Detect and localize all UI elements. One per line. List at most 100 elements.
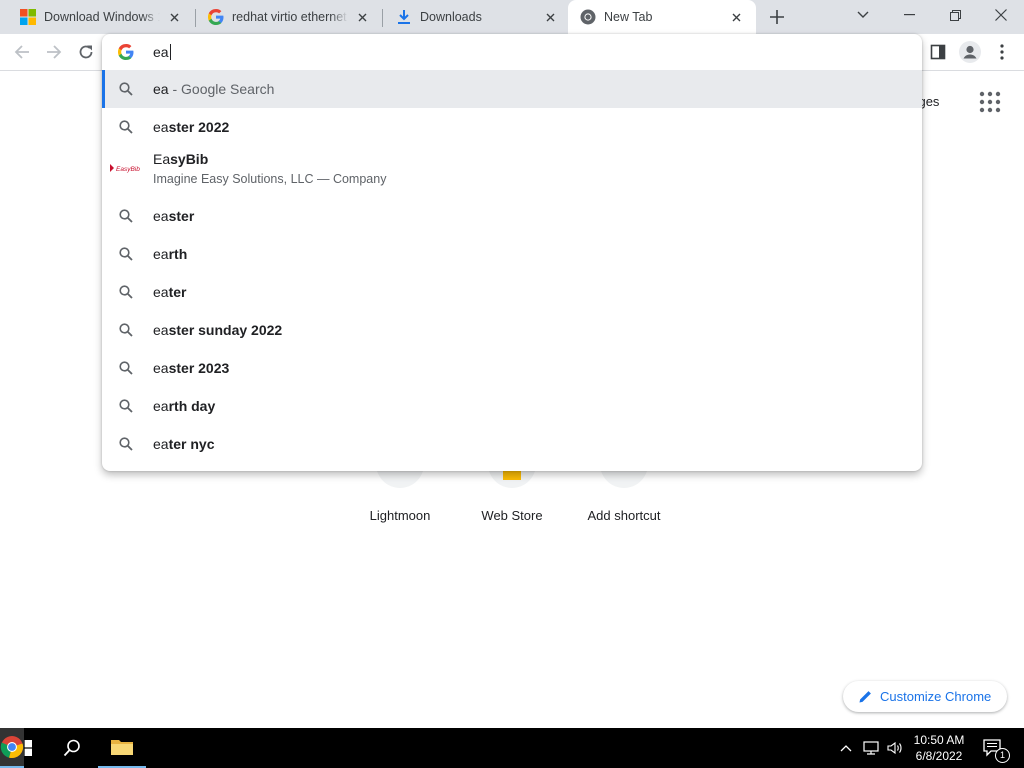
tab-title: New Tab bbox=[604, 10, 653, 24]
customize-label: Customize Chrome bbox=[880, 689, 992, 704]
suggestion-prefix: ea bbox=[153, 436, 169, 452]
suggestion-completion: - Google Search bbox=[168, 81, 275, 97]
chrome-icon bbox=[0, 736, 24, 759]
suggestion-completion: rth day bbox=[168, 398, 216, 414]
taskbar-file-explorer[interactable] bbox=[98, 728, 146, 768]
text-caret bbox=[169, 44, 171, 60]
search-icon bbox=[119, 361, 133, 375]
tab-downloads[interactable]: Downloads bbox=[376, 0, 570, 34]
tab-close-icon[interactable] bbox=[728, 9, 744, 25]
back-button[interactable] bbox=[8, 38, 36, 66]
suggestion-row[interactable]: easter bbox=[102, 197, 922, 235]
suggestion-prefix: ea bbox=[153, 208, 169, 224]
shortcut-label: Add shortcut bbox=[587, 508, 661, 523]
suggestion-row[interactable]: easter 2022 bbox=[102, 108, 922, 146]
network-button[interactable] bbox=[860, 728, 882, 768]
reload-icon bbox=[79, 45, 93, 59]
google-apps-button[interactable] bbox=[978, 90, 1002, 114]
reload-button[interactable] bbox=[72, 38, 100, 66]
suggestion-prefix: ea bbox=[153, 284, 169, 300]
suggestion-prefix: Ea bbox=[153, 151, 171, 167]
back-arrow-icon bbox=[14, 45, 29, 59]
forward-button[interactable] bbox=[40, 38, 68, 66]
suggestion-row[interactable]: easter sunday 2022 bbox=[102, 311, 922, 349]
profile-button[interactable] bbox=[956, 38, 984, 66]
chevron-down-icon bbox=[857, 11, 869, 18]
suggestion-row[interactable]: earth day bbox=[102, 387, 922, 425]
suggestion-completion: ster 2023 bbox=[168, 360, 230, 376]
download-icon bbox=[398, 10, 410, 24]
suggestion-completion: ter bbox=[168, 284, 187, 300]
suggestion-completion: ster bbox=[168, 208, 195, 224]
restore-icon bbox=[949, 9, 961, 21]
tab-close-icon[interactable] bbox=[542, 9, 558, 25]
shortcut-label: Lightmoon bbox=[369, 508, 431, 523]
address-bar[interactable]: ea bbox=[102, 34, 922, 70]
suggestion-prefix: ea bbox=[153, 322, 169, 338]
address-input-value: ea bbox=[153, 44, 169, 60]
suggestion-row[interactable]: easter 2023 bbox=[102, 349, 922, 387]
suggestion-row[interactable]: eater bbox=[102, 273, 922, 311]
suggestion-subtitle: Imagine Easy Solutions, LLC — Company bbox=[153, 172, 387, 186]
network-icon bbox=[863, 741, 879, 755]
suggestion-row[interactable]: earth bbox=[102, 235, 922, 273]
tab-close-icon[interactable] bbox=[354, 9, 370, 25]
forward-arrow-icon bbox=[47, 45, 62, 59]
suggestion-row[interactable]: eater nyc bbox=[102, 425, 922, 463]
search-icon bbox=[119, 247, 133, 261]
search-icon bbox=[119, 120, 133, 134]
chevron-up-icon bbox=[840, 745, 852, 752]
suggestion-prefix: ea bbox=[153, 360, 169, 376]
tab-title: Downloads bbox=[420, 10, 482, 24]
close-icon bbox=[995, 9, 1007, 21]
menu-button[interactable] bbox=[988, 38, 1016, 66]
tab-search-button[interactable] bbox=[840, 0, 886, 30]
windows-logo-icon bbox=[20, 9, 36, 25]
clock-time: 10:50 AM bbox=[913, 733, 965, 747]
plus-icon bbox=[770, 10, 784, 24]
show-hidden-icons-button[interactable] bbox=[836, 728, 856, 768]
clock-date: 6/8/2022 bbox=[915, 749, 963, 763]
taskbar-chrome[interactable] bbox=[0, 728, 24, 768]
folder-icon bbox=[111, 740, 133, 755]
suggestion-completion: syBib bbox=[170, 151, 209, 167]
tab-redhat-virtio[interactable]: redhat virtio ethernet a bbox=[188, 0, 382, 34]
action-center-button[interactable]: 1 bbox=[978, 728, 1010, 768]
more-vert-icon bbox=[1000, 44, 1004, 60]
svg-text:EasyBib: EasyBib bbox=[116, 166, 140, 173]
search-icon bbox=[63, 739, 80, 757]
search-icon bbox=[119, 323, 133, 337]
suggestion-prefix: ea bbox=[153, 119, 169, 135]
suggestion-prefix: ea bbox=[153, 246, 169, 262]
speaker-icon bbox=[887, 741, 902, 755]
notification-count-badge: 1 bbox=[995, 748, 1010, 763]
search-icon bbox=[119, 82, 133, 96]
side-panel-button[interactable] bbox=[924, 38, 952, 66]
pencil-icon bbox=[859, 691, 871, 703]
close-window-button[interactable] bbox=[978, 0, 1024, 30]
suggestion-row-entity[interactable]: EasyBib EasyBib Imagine Easy Solutions, … bbox=[102, 146, 922, 196]
suggestion-completion: ster 2022 bbox=[168, 119, 230, 135]
clock[interactable]: 10:50 AM 6/8/2022 bbox=[906, 732, 972, 764]
minimize-button[interactable] bbox=[886, 0, 932, 30]
suggestion-completion: rth bbox=[168, 246, 188, 262]
search-icon bbox=[119, 285, 133, 299]
suggestion-completion: ster sunday 2022 bbox=[168, 322, 283, 338]
customize-chrome-button[interactable]: Customize Chrome bbox=[843, 681, 1007, 712]
tab-download-windows[interactable]: Download Windows 10 bbox=[0, 0, 194, 34]
tab-close-icon[interactable] bbox=[166, 9, 182, 25]
address-input[interactable]: ea bbox=[153, 44, 171, 60]
side-panel-icon bbox=[930, 44, 946, 60]
taskbar-search-button[interactable] bbox=[48, 728, 96, 768]
tab-title: Download Windows 10 bbox=[44, 10, 160, 24]
tab-new-tab[interactable]: New Tab bbox=[568, 0, 756, 34]
apps-grid-icon bbox=[979, 91, 1001, 113]
restore-button[interactable] bbox=[932, 0, 978, 30]
chrome-icon bbox=[580, 9, 596, 25]
suggestion-completion: ter nyc bbox=[168, 436, 215, 452]
tab-title: redhat virtio ethernet a bbox=[232, 10, 348, 24]
volume-button[interactable] bbox=[884, 728, 906, 768]
suggestion-row[interactable]: ea - Google Search bbox=[102, 70, 922, 108]
taskbar: 10:50 AM 6/8/2022 1 bbox=[0, 728, 1024, 768]
new-tab-button[interactable] bbox=[767, 7, 787, 27]
